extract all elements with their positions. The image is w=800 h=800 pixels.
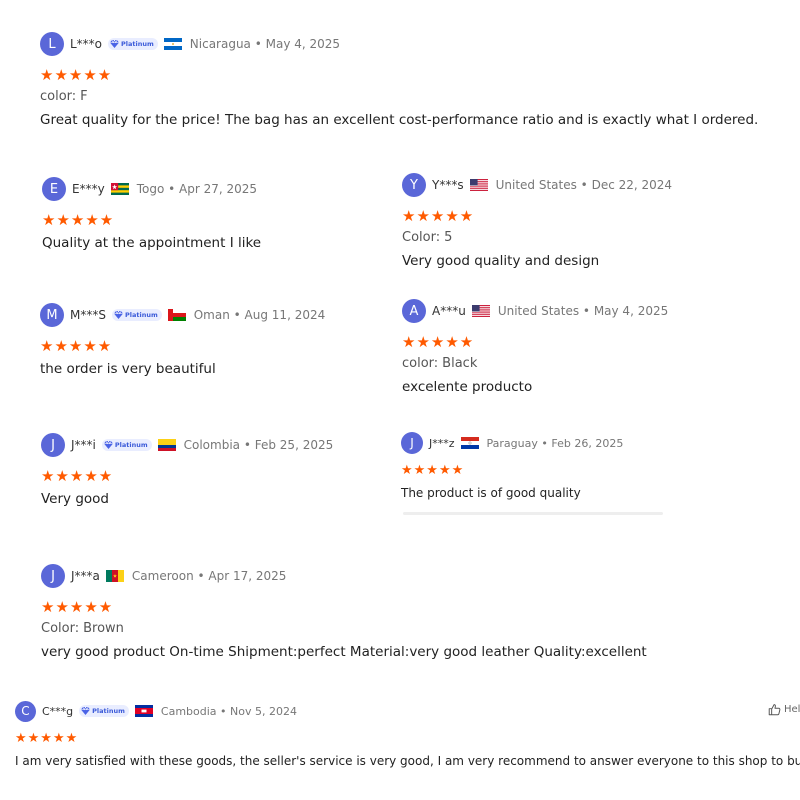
platinum-badge: Platinum [101,439,152,451]
avatar: Y [402,173,426,197]
review-text: I am very satisfied with these goods, th… [15,754,800,768]
reviewer-name: Y***s [432,178,464,192]
reviewer-name: C***g [42,704,74,718]
review-meta: United States • Dec 22, 2024 [495,178,673,192]
review-card: E E***y Togo • Apr 27, 2025 ★★★★★ Qualit… [42,177,261,253]
avatar: J [41,564,65,588]
avatar: C [15,700,36,722]
review-text: The product is of good quality [401,486,581,500]
star-rating: ★★★★★ [40,337,113,355]
review-text: excelente producto [402,379,533,395]
review-card: A A***u United States • May 4, 2025 ★★★★… [402,299,668,397]
colombia-flag-icon [158,439,176,451]
review-meta: Nicaragua • May 4, 2025 [189,37,341,51]
diamond-icon [114,311,123,319]
usa-flag-icon [472,305,490,317]
review-meta: Paraguay • Feb 26, 2025 [486,436,624,450]
cambodia-flag-icon [135,705,153,717]
avatar: J [401,432,423,454]
review-card: L L***o Platinum Nicaragua • May 4, 2025… [40,32,758,130]
review-text: Great quality for the price! The bag has… [40,112,759,128]
star-rating: ★★★★★ [40,66,113,84]
variant-info: Color: Brown [41,621,124,636]
review-text: Very good [41,491,109,507]
reviewer-name: J***z [429,436,455,450]
reviewer-name: A***u [432,304,466,318]
review-card: Y Y***s United States • Dec 22, 2024 ★★★… [402,173,672,271]
variant-info: color: Black [402,356,478,371]
review-meta: Oman • Aug 11, 2024 [193,308,326,322]
usa-flag-icon [470,179,488,191]
togo-flag-icon [111,183,129,195]
avatar: E [42,177,66,201]
variant-info: Color: 5 [402,230,453,245]
diamond-icon [81,707,90,715]
platinum-badge: Platinum [111,309,162,321]
reviewer-name: L***o [70,37,103,51]
thumbs-up-icon [768,704,781,716]
review-card: J J***a Cameroon • Apr 17, 2025 ★★★★★ Co… [41,564,647,662]
nicaragua-flag-icon [164,38,182,50]
review-text: the order is very beautiful [40,361,216,377]
avatar: J [41,433,65,457]
reviewer-name: M***S [70,308,106,322]
platinum-badge: Platinum [108,38,158,50]
review-meta: Colombia • Feb 25, 2025 [183,438,334,452]
cameroon-flag-icon [106,570,124,582]
star-rating: ★★★★★ [41,467,114,485]
platinum-badge: Platinum [79,705,129,717]
variant-info: color: F [40,89,88,104]
review-text: Very good quality and design [402,253,600,269]
star-rating: ★★★★★ [401,463,465,478]
reviewer-name: J***i [71,438,96,452]
diamond-icon [110,40,119,48]
review-card: C C***g Platinum Cambodia • Nov 5, 2024 … [15,699,800,771]
avatar: M [40,303,64,327]
review-card: M M***S Platinum Oman • Aug 11, 2024 ★★★… [40,303,325,379]
star-rating: ★★★★★ [41,598,114,616]
helpful-button[interactable]: Hel [768,703,800,716]
star-rating: ★★★★★ [15,731,79,746]
diamond-icon [104,441,113,449]
avatar: L [40,32,64,56]
reviewer-name: J***a [71,569,100,583]
oman-flag-icon [168,309,186,321]
helpful-label: Hel [784,704,800,715]
divider [403,512,663,515]
review-text: very good product On-time Shipment:perfe… [41,644,647,660]
review-card: J J***z Paraguay • Feb 26, 2025 ★★★★★ Th… [401,431,623,503]
review-meta: Cameroon • Apr 17, 2025 [131,569,287,583]
review-card: J J***i Platinum Colombia • Feb 25, 2025… [41,433,333,509]
star-rating: ★★★★★ [402,207,475,225]
review-text: Quality at the appointment I like [42,235,262,251]
star-rating: ★★★★★ [42,211,115,229]
star-rating: ★★★★★ [402,333,475,351]
paraguay-flag-icon [461,437,479,449]
reviewer-name: E***y [72,182,105,196]
review-meta: Togo • Apr 27, 2025 [136,182,258,196]
review-meta: United States • May 4, 2025 [497,304,669,318]
avatar: A [402,299,426,323]
review-meta: Cambodia • Nov 5, 2024 [160,704,297,718]
